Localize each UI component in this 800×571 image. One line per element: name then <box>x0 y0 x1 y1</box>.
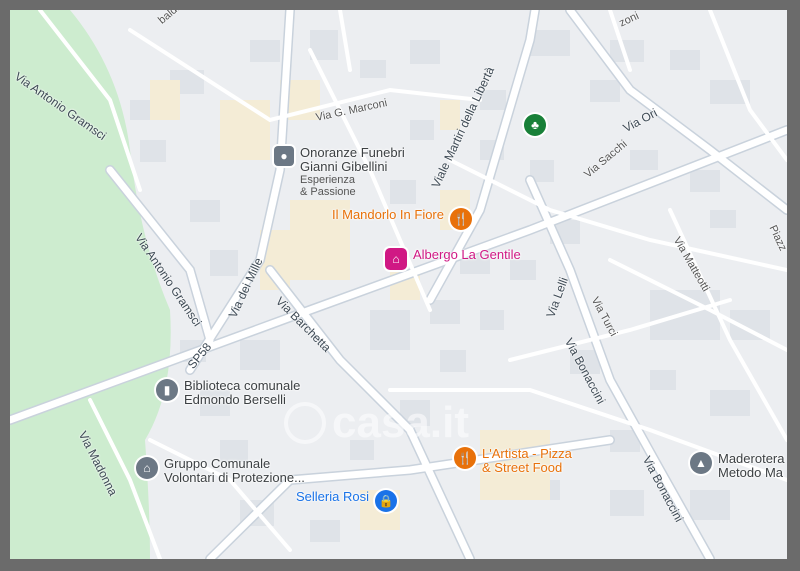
map-base <box>10 10 787 559</box>
poi-il-mandorlo-in-fiore[interactable]: 🍴 Il Mandorlo In Fiore <box>332 208 472 230</box>
poi-name: Onoranze Funebri <box>300 145 405 160</box>
map-view[interactable]: baldi Via Antonio Gramsci Via Antonio Gr… <box>10 10 787 559</box>
poi-name: Biblioteca comunale <box>184 378 301 393</box>
poi-park[interactable]: ♣ <box>524 114 546 136</box>
poi-name: Il Mandorlo In Fiore <box>332 207 444 222</box>
poi-gruppo-comunale[interactable]: ⌂ Gruppo Comunale Volontari di Protezion… <box>136 457 305 485</box>
civic-building-icon: ⌂ <box>136 457 158 479</box>
poi-maderotera[interactable]: ▲ Maderotera Metodo Ma <box>690 452 784 480</box>
school-icon: ▲ <box>690 452 712 474</box>
shopping-bag-icon: 🔒 <box>374 490 397 512</box>
poi-lartista-pizza[interactable]: 🍴 L'Artista - Pizza & Street Food <box>454 447 572 475</box>
poi-name: Edmondo Berselli <box>184 392 286 407</box>
poi-selleria-rosi[interactable]: 🔒 Selleria Rosi <box>296 490 397 512</box>
poi-name: L'Artista - Pizza <box>482 446 572 461</box>
hotel-icon: ⌂ <box>385 248 407 270</box>
watermark: casa.it <box>284 398 469 448</box>
park-tree-icon: ♣ <box>524 114 546 136</box>
poi-name: Gruppo Comunale <box>164 456 271 471</box>
poi-name: Metodo Ma <box>718 465 784 480</box>
poi-biblioteca-comunale[interactable]: ▮ Biblioteca comunale Edmondo Berselli <box>156 379 300 407</box>
poi-name: Albergo La Gentile <box>413 247 521 262</box>
poi-name: Selleria Rosi <box>296 489 369 504</box>
poi-name: Volontari di Protezione... <box>164 470 305 485</box>
restaurant-icon: 🍴 <box>450 208 472 230</box>
watermark-house-icon <box>284 402 326 444</box>
funeral-home-icon: ● <box>274 146 294 166</box>
restaurant-icon: 🍴 <box>454 447 476 469</box>
poi-albergo-la-gentile[interactable]: ⌂ Albergo La Gentile <box>385 248 521 270</box>
poi-name: Gianni Gibellini <box>300 159 388 174</box>
poi-onoranze-funebri[interactable]: ● Onoranze Funebri Gianni Gibellini Espe… <box>274 146 405 198</box>
poi-name: Maderotera <box>718 451 785 466</box>
library-icon: ▮ <box>156 379 178 401</box>
poi-subtitle: Esperienza <box>300 174 356 186</box>
poi-name: & Street Food <box>482 460 563 475</box>
poi-subtitle: & Passione <box>300 186 356 198</box>
